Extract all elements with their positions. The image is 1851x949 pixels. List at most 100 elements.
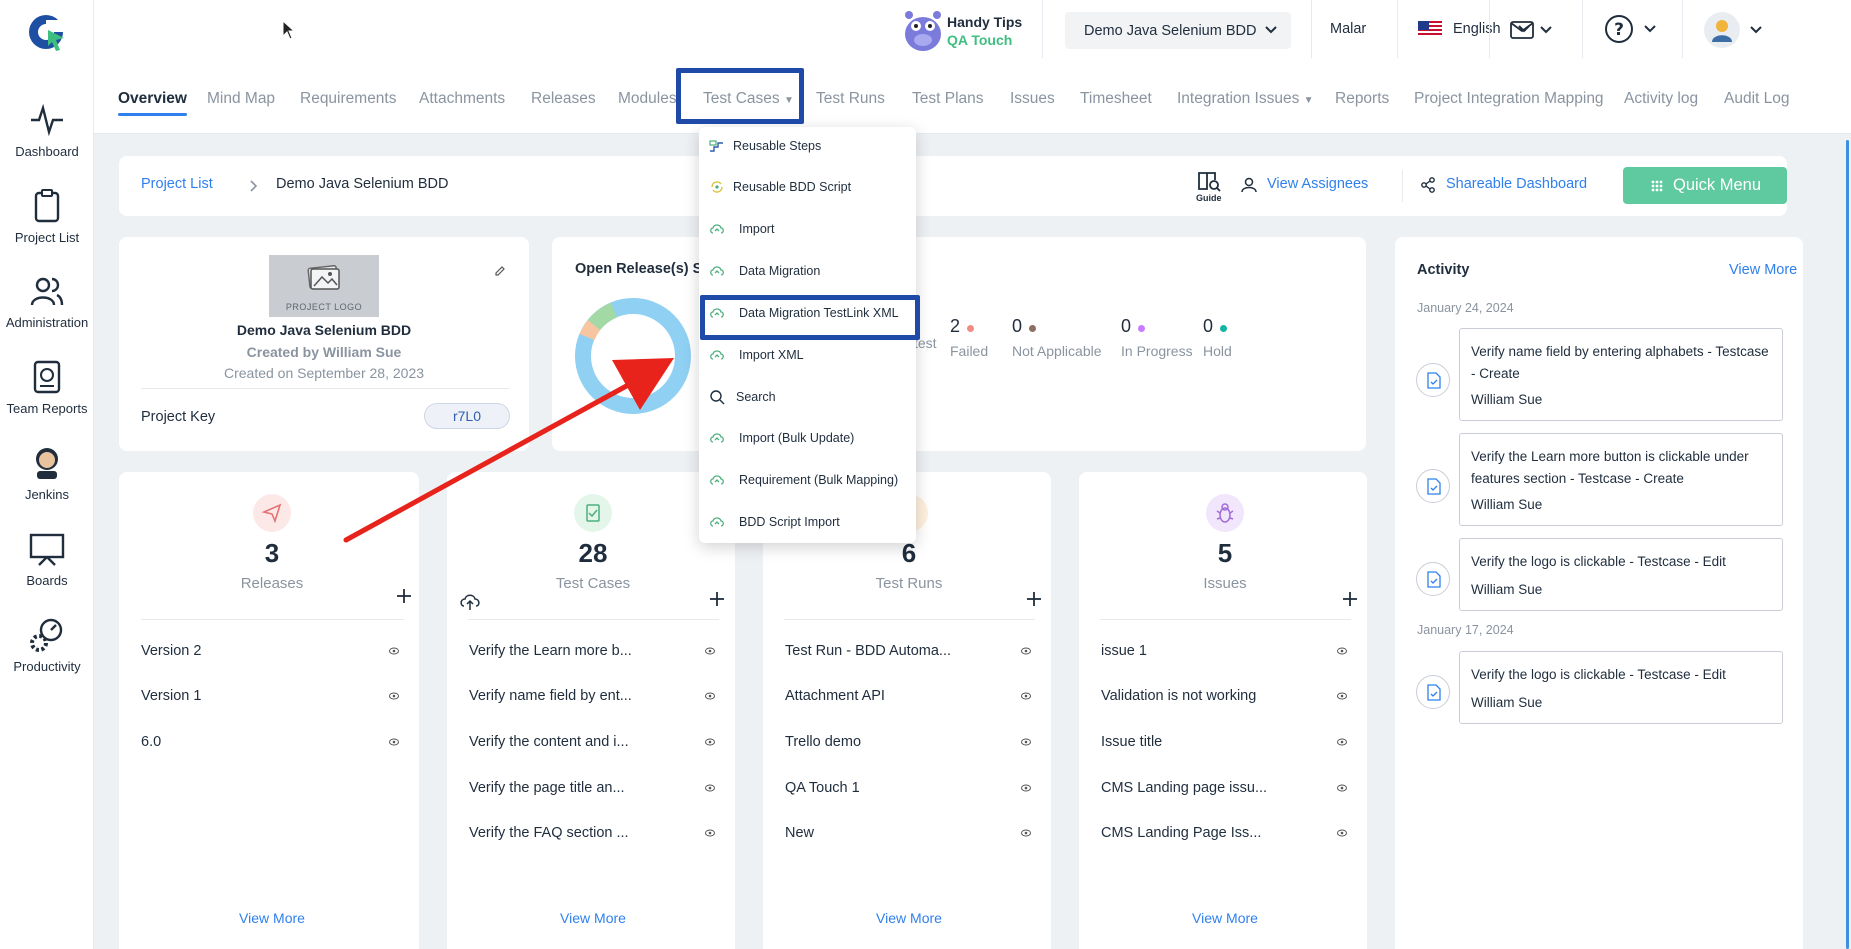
cloud-upload-icon (710, 475, 724, 485)
list-item[interactable]: 6.0 (141, 734, 161, 750)
activity-view-more[interactable]: View More (1729, 262, 1797, 278)
list-item[interactable]: Version 2 (141, 643, 201, 659)
add-test-case-button[interactable] (709, 591, 725, 607)
tab-audit-log[interactable]: Audit Log (1724, 90, 1790, 108)
list-item[interactable]: issue 1 (1101, 643, 1147, 659)
list-item[interactable]: Issue title (1101, 734, 1162, 750)
eye-icon[interactable] (1021, 647, 1031, 655)
edit-icon[interactable] (494, 265, 506, 277)
list-item[interactable]: Verify the FAQ section ... (469, 825, 629, 841)
list-item[interactable]: QA Touch 1 (785, 780, 860, 796)
list-item[interactable]: Verify name field by ent... (469, 688, 632, 704)
breadcrumb-root[interactable]: Project List (141, 176, 213, 192)
eye-icon[interactable] (705, 784, 715, 792)
status-not-applicable: 0 Not Applicable (1012, 316, 1102, 359)
tab-mind-map[interactable]: Mind Map (207, 90, 275, 108)
tab-timesheet[interactable]: Timesheet (1080, 90, 1152, 108)
activity-entry-user: William Sue (1471, 497, 1543, 512)
tab-reports[interactable]: Reports (1335, 90, 1389, 108)
qa-touch-logo[interactable] (26, 10, 70, 54)
eye-icon[interactable] (705, 692, 715, 700)
tab-test-plans[interactable]: Test Plans (912, 90, 984, 108)
eye-icon[interactable] (389, 738, 399, 746)
eye-icon[interactable] (1337, 647, 1347, 655)
activity-entry[interactable]: Verify the Learn more button is clickabl… (1459, 433, 1783, 526)
sidebar-item-jenkins[interactable]: Jenkins (0, 445, 94, 502)
list-item[interactable]: CMS Landing Page Iss... (1101, 825, 1261, 841)
menu-item-label: Import (Bulk Update) (739, 431, 855, 445)
add-issue-button[interactable] (1342, 591, 1358, 607)
eye-icon[interactable] (705, 647, 715, 655)
list-item[interactable]: New (785, 825, 814, 841)
sidebar-item-dashboard[interactable]: Dashboard (0, 102, 94, 159)
list-item[interactable]: Version 1 (141, 688, 201, 704)
list-item[interactable]: Attachment API (785, 688, 885, 704)
eye-icon[interactable] (1021, 692, 1031, 700)
tab-attachments[interactable]: Attachments (419, 90, 505, 108)
divider (468, 619, 719, 620)
eye-icon[interactable] (389, 692, 399, 700)
sidebar-item-boards[interactable]: Boards (0, 531, 94, 588)
eye-icon[interactable] (389, 647, 399, 655)
tab-test-runs[interactable]: Test Runs (816, 90, 885, 108)
guide-button[interactable]: Guide (1194, 170, 1224, 206)
list-item[interactable]: CMS Landing page issu... (1101, 780, 1267, 796)
status-label: Failed (950, 343, 989, 359)
cloud-upload-icon[interactable] (459, 591, 481, 611)
mascot-title[interactable]: Handy Tips (947, 14, 1022, 30)
release-status-title: Open Release(s) St (575, 261, 708, 277)
scrollbar[interactable] (1846, 140, 1849, 949)
divider (141, 619, 404, 620)
add-test-run-button[interactable] (1026, 591, 1042, 607)
test-cases-view-more[interactable]: View More (543, 910, 643, 926)
tab-activity-log[interactable]: Activity log (1624, 90, 1698, 108)
list-item[interactable]: Verify the page title an... (469, 780, 625, 796)
eye-icon[interactable] (1021, 738, 1031, 746)
sidebar-item-project-list[interactable]: Project List (0, 188, 94, 245)
view-assignees-button[interactable]: View Assignees (1241, 175, 1393, 197)
tab-project-integration-mapping[interactable]: Project Integration Mapping (1414, 90, 1604, 108)
list-item[interactable]: Trello demo (785, 734, 861, 750)
mail-menu[interactable] (1510, 21, 1560, 41)
help-menu[interactable]: ? (1604, 14, 1656, 44)
activity-entry[interactable]: Verify the logo is clickable - Testcase … (1459, 538, 1783, 611)
add-release-button[interactable] (396, 588, 412, 604)
tab-requirements[interactable]: Requirements (300, 90, 397, 108)
highlight-box-test-cases-tab (676, 68, 804, 124)
eye-icon[interactable] (705, 829, 715, 837)
list-item[interactable]: Verify the Learn more b... (469, 643, 632, 659)
tab-overview[interactable]: Overview (118, 90, 187, 116)
list-item[interactable]: Verify the content and i... (469, 734, 629, 750)
project-name: Demo Java Selenium BDD (236, 322, 412, 338)
sidebar-item-team-reports[interactable]: Team Reports (0, 359, 94, 416)
activity-entry[interactable]: Verify name field by entering alphabets … (1459, 328, 1783, 421)
tab-releases[interactable]: Releases (531, 90, 596, 108)
releases-view-more[interactable]: View More (222, 910, 322, 926)
eye-icon[interactable] (1337, 784, 1347, 792)
eye-icon[interactable] (1337, 738, 1347, 746)
mascot-subtitle[interactable]: QA Touch (947, 32, 1012, 48)
cloud-upload-icon (710, 266, 724, 276)
activity-entry[interactable]: Verify the logo is clickable - Testcase … (1459, 651, 1783, 724)
eye-icon[interactable] (1337, 829, 1347, 837)
eye-icon[interactable] (1337, 692, 1347, 700)
tab-modules[interactable]: Modules (618, 90, 677, 108)
highlight-box-testlink-xml (700, 295, 920, 340)
tab-issues[interactable]: Issues (1010, 90, 1055, 108)
user-name[interactable]: Malar (1330, 21, 1366, 37)
shareable-dashboard-button[interactable]: Shareable Dashboard (1420, 175, 1590, 197)
eye-icon[interactable] (1021, 829, 1031, 837)
tab-integration-issues[interactable]: Integration Issues ▼ (1177, 90, 1314, 108)
sidebar-item-productivity[interactable]: Productivity (0, 617, 94, 674)
test-runs-view-more[interactable]: View More (859, 910, 959, 926)
quick-menu-button[interactable]: Quick Menu (1623, 167, 1787, 204)
list-item[interactable]: Validation is not working (1101, 688, 1256, 704)
sidebar-item-administration[interactable]: Administration (0, 273, 94, 330)
eye-icon[interactable] (1021, 784, 1031, 792)
avatar-menu[interactable] (1704, 12, 1764, 48)
list-item[interactable]: Test Run - BDD Automa... (785, 643, 951, 659)
eye-icon[interactable] (705, 738, 715, 746)
issues-view-more[interactable]: View More (1175, 910, 1275, 926)
activity-entry-title: Verify the logo is clickable - Testcase … (1471, 667, 1726, 682)
project-select[interactable]: Demo Java Selenium BDD (1065, 12, 1291, 49)
